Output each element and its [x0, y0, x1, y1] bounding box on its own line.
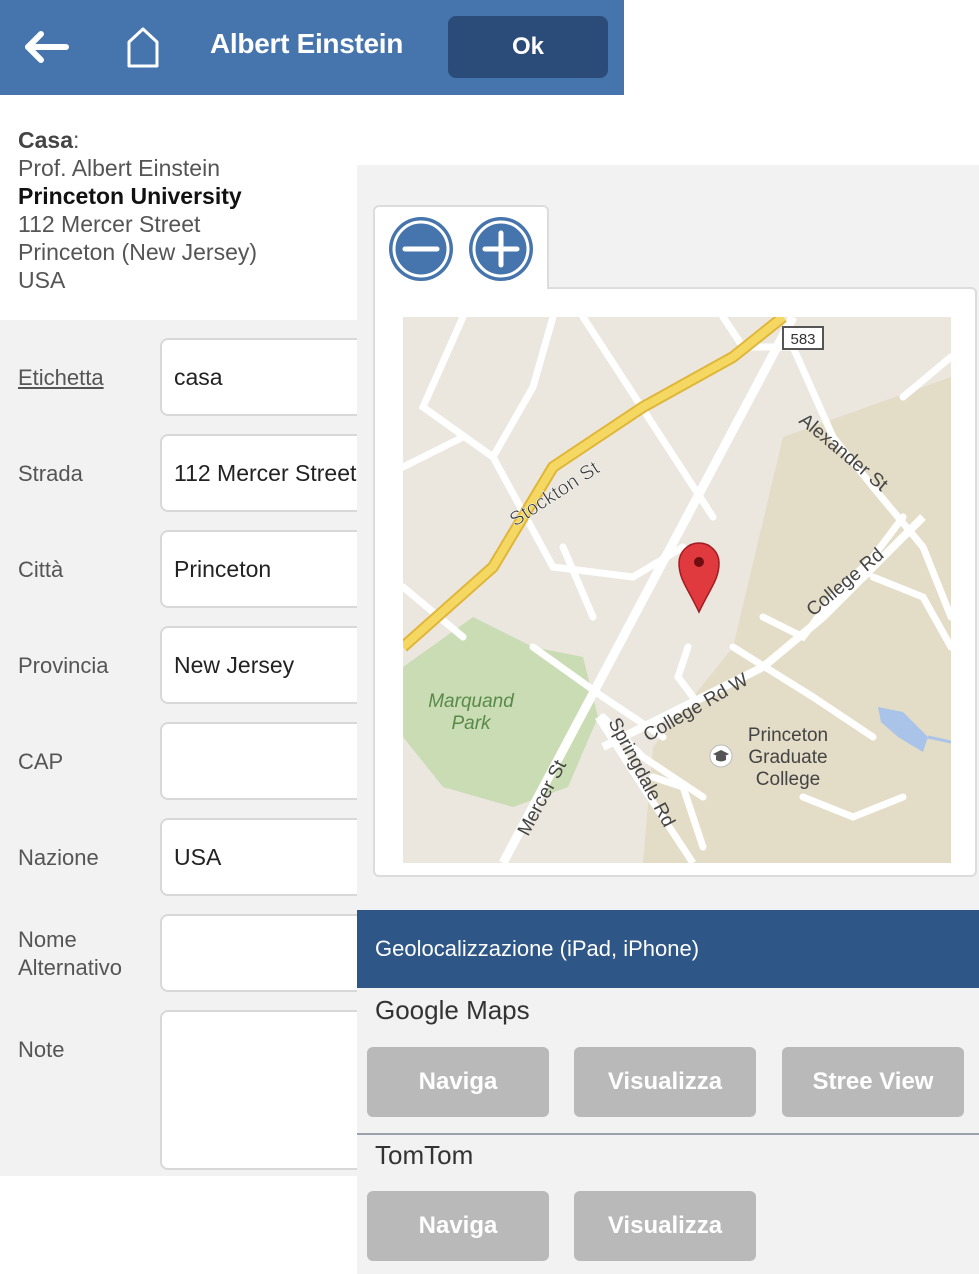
- label-college-line3: College: [756, 769, 820, 790]
- minus-icon: [392, 220, 450, 278]
- street-field-label: Strada: [18, 461, 83, 486]
- address-street: 112 Mercer Street: [18, 211, 201, 237]
- tomtom-title: TomTom: [375, 1140, 474, 1170]
- country-field-label: Nazione: [18, 845, 99, 870]
- alt-name-field-label: Nome Alternativo: [18, 927, 122, 980]
- tomtom-navigate-button[interactable]: Naviga: [367, 1191, 549, 1261]
- zoom-out-button[interactable]: [389, 217, 453, 281]
- google-street-view-button[interactable]: Stree View: [782, 1047, 964, 1117]
- map-view[interactable]: 583 Stockton St Alexander St College Rd …: [403, 317, 951, 863]
- tomtom-view-button[interactable]: Visualizza: [574, 1191, 756, 1261]
- back-arrow-icon[interactable]: [24, 30, 70, 64]
- label-park-line2: Park: [451, 713, 492, 734]
- zoom-controls: [373, 205, 549, 289]
- graduation-cap-icon: [709, 744, 733, 768]
- google-navigate-button[interactable]: Naviga: [367, 1047, 549, 1117]
- contact-name: Prof. Albert Einstein: [18, 155, 220, 181]
- page-title: Albert Einstein: [210, 28, 404, 59]
- geolocation-bar: Geolocalizzazione (iPad, iPhone): [357, 910, 979, 988]
- address-summary: Casa: Prof. Albert Einstein Princeton Un…: [18, 127, 258, 293]
- label-college-line2: Graduate: [748, 747, 827, 768]
- cap-field-label: CAP: [18, 749, 64, 774]
- home-icon[interactable]: [124, 26, 162, 68]
- section-divider: [357, 1133, 979, 1135]
- province-field-label: Provincia: [18, 653, 109, 678]
- address-country: USA: [18, 267, 66, 293]
- route-shield-label: 583: [790, 331, 815, 348]
- ok-button[interactable]: Ok: [448, 16, 608, 78]
- city-field-label: Città: [18, 557, 64, 582]
- address-type-label: Casa: [18, 127, 73, 153]
- label-college-line1: Princeton: [748, 725, 828, 746]
- map-panel: 583 Stockton St Alexander St College Rd …: [357, 165, 979, 1274]
- label-park-line1: Marquand: [428, 691, 515, 712]
- map-image: 583 Stockton St Alexander St College Rd …: [403, 317, 951, 863]
- map-frame: 583 Stockton St Alexander St College Rd …: [373, 287, 977, 877]
- address-city: Princeton (New Jersey): [18, 239, 258, 265]
- google-view-button[interactable]: Visualizza: [574, 1047, 756, 1117]
- plus-icon: [472, 220, 530, 278]
- top-bar: Albert Einstein Ok: [0, 0, 624, 95]
- label-field-label[interactable]: Etichetta: [18, 364, 104, 392]
- google-maps-title: Google Maps: [375, 995, 530, 1025]
- map-pin-icon[interactable]: [678, 542, 720, 614]
- park-area: [403, 617, 598, 807]
- notes-field-label: Note: [18, 1037, 65, 1062]
- zoom-in-button[interactable]: [469, 217, 533, 281]
- organization-name: Princeton University: [18, 183, 242, 209]
